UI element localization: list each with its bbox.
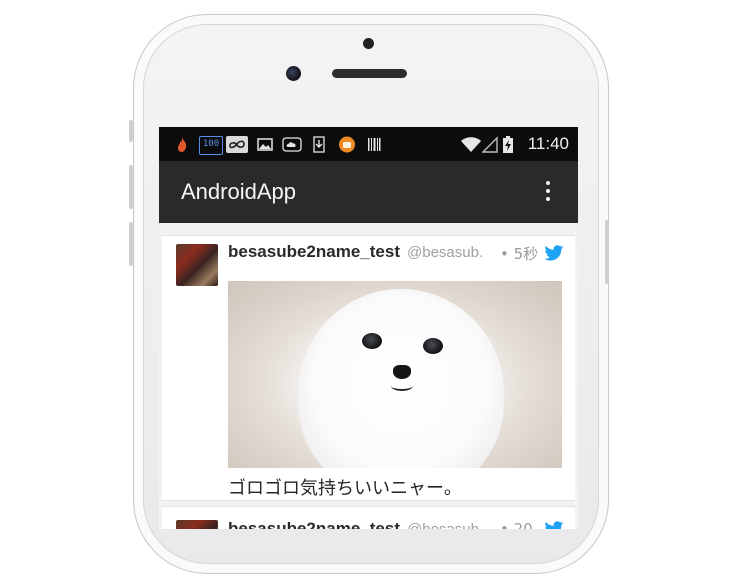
- fire-icon: [176, 136, 188, 153]
- wifi-icon: [460, 136, 482, 153]
- battery-charging-icon: [502, 136, 514, 153]
- image-icon: [256, 136, 274, 153]
- phone-side-button-left: [129, 120, 133, 142]
- status-time: 11:40: [527, 134, 569, 153]
- tweet-card[interactable]: besasube2name_test @besasub. • 20: [162, 506, 575, 529]
- infinity-icon: [226, 136, 248, 153]
- avatar[interactable]: [176, 520, 218, 529]
- tweet-username[interactable]: besasube2name_test: [228, 242, 400, 262]
- avatar[interactable]: [176, 244, 218, 286]
- tweet-username[interactable]: besasube2name_test: [228, 519, 400, 529]
- front-camera: [286, 66, 301, 81]
- orange-app-icon: [337, 136, 357, 153]
- tweet-card[interactable]: besasube2name_test @besasub. • 5秒 ゴロゴロ気持…: [162, 235, 575, 501]
- download-icon: [311, 136, 327, 153]
- phone-volume-up-button: [129, 165, 133, 209]
- timeline-feed: besasube2name_test @besasub. • 5秒 ゴロゴロ気持…: [159, 223, 578, 529]
- tweet-time: • 20: [500, 520, 533, 529]
- app-bar: AndroidApp: [159, 161, 578, 223]
- overflow-menu-icon[interactable]: [536, 179, 560, 203]
- earpiece-speaker: [332, 69, 407, 78]
- status-bar: 100 11:40: [159, 127, 578, 161]
- phone-screen: 100 11:40 AndroidApp besasube2name_test …: [159, 127, 578, 529]
- tweet-time: • 5秒: [500, 245, 539, 263]
- phone-volume-down-button: [129, 222, 133, 266]
- tweet-photo[interactable]: [228, 281, 562, 468]
- cloud-icon: [282, 136, 302, 153]
- barcode-icon: [367, 136, 381, 153]
- tweet-handle: @besasub.: [407, 521, 483, 529]
- cell-signal-icon: [481, 136, 498, 153]
- battery-percent-icon: 100: [199, 136, 223, 155]
- twitter-bird-icon: [545, 521, 564, 529]
- dog-nose: [393, 365, 411, 379]
- app-title: AndroidApp: [181, 179, 296, 204]
- dog-mouth: [391, 381, 413, 391]
- tweet-text: ゴロゴロ気持ちいいニャー。: [228, 478, 462, 499]
- phone-power-button: [605, 220, 609, 284]
- dog-eye-right: [423, 338, 443, 354]
- tweet-handle: @besasub.: [407, 244, 484, 261]
- proximity-sensor: [363, 38, 374, 49]
- twitter-bird-icon: [544, 245, 564, 261]
- dog-eye-left: [362, 333, 382, 349]
